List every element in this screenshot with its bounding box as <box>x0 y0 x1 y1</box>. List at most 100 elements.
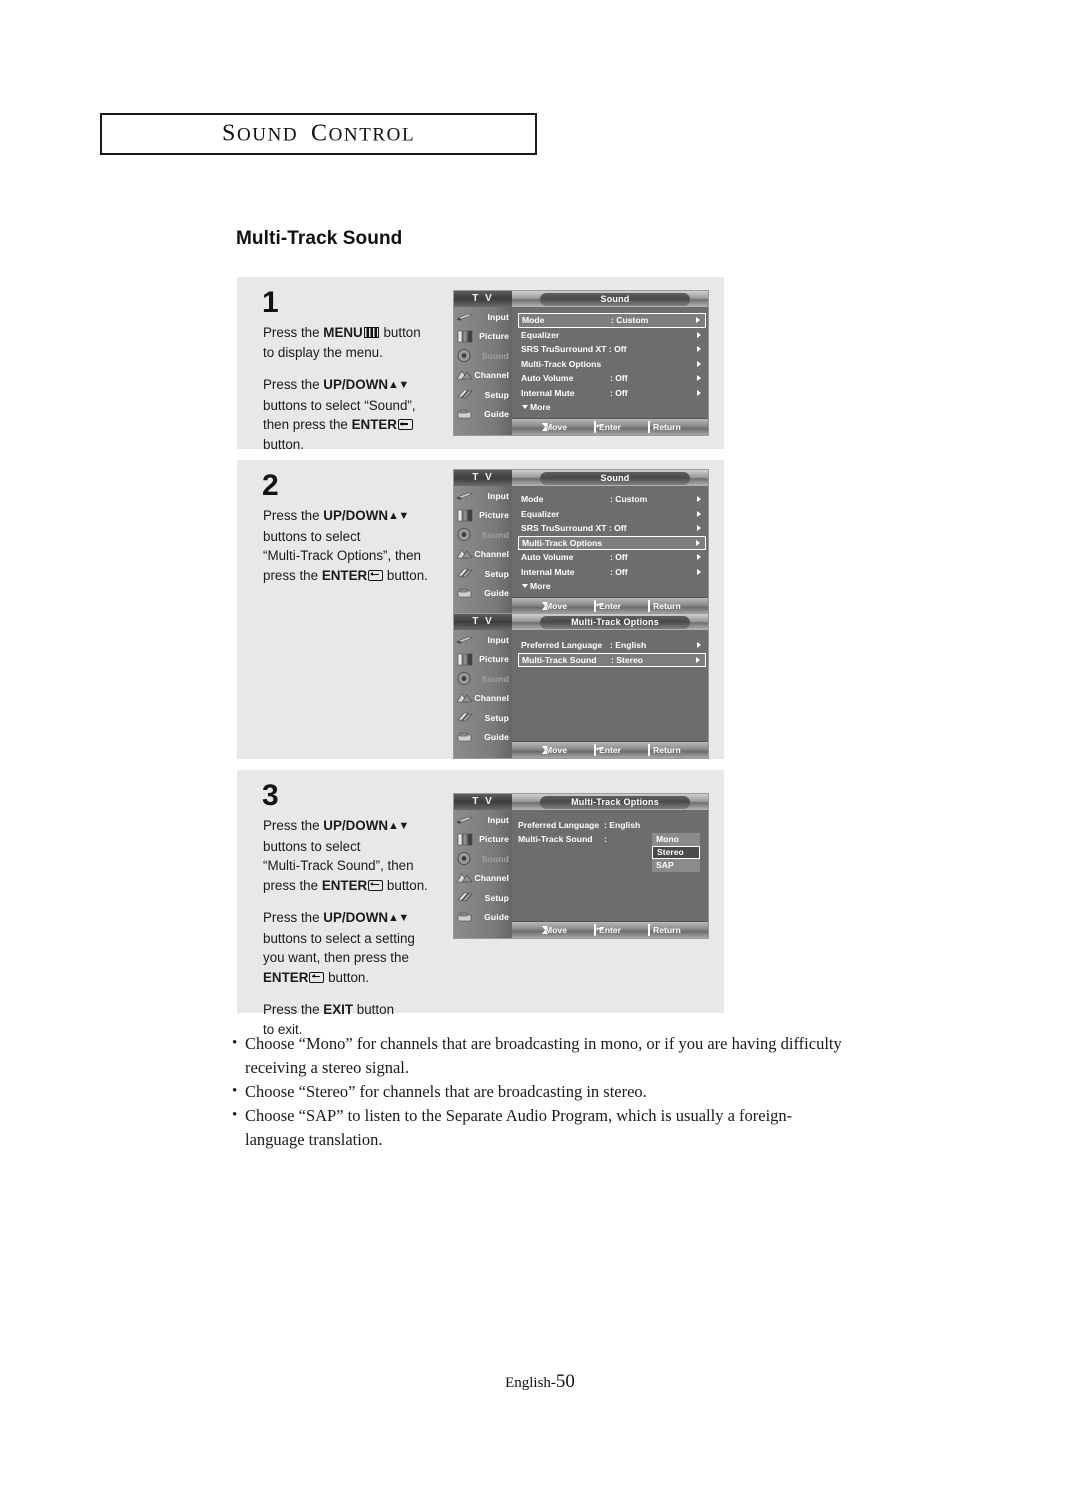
bottom-bar-enter[interactable]: Enter <box>594 922 621 938</box>
button-name-label: ENTER <box>321 877 368 893</box>
bottom-bar-enter[interactable]: Enter <box>594 598 621 614</box>
instruction-text: you want, then press the <box>263 950 409 965</box>
bottom-bar-enter[interactable]: Enter <box>594 419 621 435</box>
bottom-bar-label: Enter <box>599 601 621 611</box>
sidebar-item-sound[interactable]: Sound <box>454 525 512 545</box>
bottom-bar-move[interactable]: Move <box>542 419 567 435</box>
sidebar-item-channel[interactable]: Channel <box>454 689 512 709</box>
menu-row[interactable]: SRS TruSurround XT : Off <box>518 521 706 536</box>
sidebar-item-guide[interactable]: Guide <box>454 908 512 928</box>
menu-row[interactable]: Auto Volume: Off <box>518 550 706 565</box>
sidebar-item-picture[interactable]: Picture <box>454 650 512 670</box>
guide-icon <box>456 910 474 925</box>
chevron-right-icon <box>697 568 701 575</box>
button-name-label: UP/DOWN <box>323 818 389 833</box>
instruction-paragraph: Press the UP/DOWN▲▼ buttons to select “Mul… <box>263 816 483 895</box>
menu-row-label: Multi-Track Sound <box>518 834 593 844</box>
sidebar-item-sound[interactable]: Sound <box>454 346 512 366</box>
sidebar-item-setup[interactable]: Setup <box>454 888 512 908</box>
sidebar-item-channel[interactable]: Channel <box>454 545 512 565</box>
tv-menu-screen-sound-1: T V Sound Input Picture Sound Channel Setup Gui… <box>453 290 709 436</box>
sidebar-item-picture[interactable]: Picture <box>454 327 512 347</box>
menu-row[interactable]: Multi-Track Options <box>518 357 706 372</box>
tv-sidebar: Input Picture Sound Channel Setup Guide <box>454 810 513 938</box>
menu-row[interactable]: Equalizer <box>518 507 706 522</box>
instruction-text: button. <box>263 436 304 452</box>
bottom-bar-move[interactable]: Move <box>542 742 567 758</box>
sidebar-item-guide[interactable]: Guide <box>454 584 512 604</box>
menu-icon <box>363 327 379 338</box>
sidebar-item-picture[interactable]: Picture <box>454 830 512 850</box>
sidebar-item-setup[interactable]: Setup <box>454 385 512 405</box>
menu-row-selected[interactable]: Multi-Track Sound: Stereo <box>518 652 706 667</box>
tv-menu-screen-sound-2: T V Sound Input Picture Sound Channel Setup Gui… <box>453 469 709 615</box>
menu-icon <box>648 744 650 756</box>
sidebar-item-input[interactable]: Input <box>454 810 512 830</box>
menu-row-selected[interactable]: Mode: Custom <box>518 313 706 328</box>
menu-row[interactable]: Auto Volume: Off <box>518 371 706 386</box>
bottom-bar-enter[interactable]: Enter <box>594 742 621 758</box>
menu-row[interactable]: Multi-Track Sound: <box>518 833 607 846</box>
dropdown-option-mono[interactable]: Mono <box>652 832 700 846</box>
instruction-text: buttons to select a setting <box>263 930 415 946</box>
button-name-label: UP/DOWN <box>323 910 389 925</box>
menu-row[interactable]: Preferred Language: English <box>518 638 706 653</box>
instruction-text: buttons to select <box>263 838 361 854</box>
channel-icon <box>456 368 474 383</box>
menu-row[interactable]: Internal Mute: Off <box>518 565 706 580</box>
instruction-paragraph: Press the MENU button to display the menu… <box>263 323 478 362</box>
sidebar-item-channel[interactable]: Channel <box>454 366 512 386</box>
menu-row[interactable]: Preferred Language: English <box>518 818 640 831</box>
sidebar-item-setup[interactable]: Setup <box>454 564 512 584</box>
sidebar-item-sound[interactable]: Sound <box>454 849 512 869</box>
tv-title-bar: T V Multi-Track Options <box>454 794 708 811</box>
dropdown-option-stereo[interactable]: Stereo <box>652 845 700 859</box>
bottom-bar-move[interactable]: Move <box>542 922 567 938</box>
sidebar-item-label: Picture <box>479 834 509 845</box>
guide-icon <box>456 730 474 745</box>
section-heading: Multi-Track Sound <box>236 228 403 249</box>
sidebar-item-label: Setup <box>484 389 509 400</box>
menu-row-label: Preferred Language <box>518 819 600 830</box>
menu-row-selected[interactable]: Multi-Track Options <box>518 535 706 550</box>
sidebar-item-guide[interactable]: Guide <box>454 405 512 425</box>
bottom-bar-label: Move <box>545 422 567 432</box>
menu-row[interactable]: Mode: Custom <box>518 492 706 507</box>
sidebar-item-guide[interactable]: Guide <box>454 728 512 748</box>
bottom-bar-move[interactable]: Move <box>542 598 567 614</box>
bottom-bar-label: Return <box>653 422 681 432</box>
sidebar-item-picture[interactable]: Picture <box>454 506 512 526</box>
chapter-header-box: SOUND CONTROL <box>100 113 537 155</box>
sidebar-item-channel[interactable]: Channel <box>454 869 512 889</box>
instruction-text: “Multi-Track Options”, then <box>263 548 422 563</box>
sidebar-item-input[interactable]: Input <box>454 486 512 506</box>
bottom-bar-return[interactable]: Return <box>648 419 681 435</box>
menu-row-label: Multi-Track Options <box>521 358 602 369</box>
menu-row[interactable]: SRS TruSurround XT : Off <box>518 342 706 357</box>
sidebar-item-input[interactable]: Input <box>454 630 512 650</box>
dropdown-option-sap[interactable]: SAP <box>652 858 700 872</box>
menu-more-indicator[interactable]: More <box>522 402 551 412</box>
instruction-text: button. <box>383 567 428 583</box>
menu-more-indicator[interactable]: More <box>522 581 551 591</box>
input-icon <box>456 309 474 324</box>
chevron-right-icon <box>697 389 701 396</box>
sidebar-item-input[interactable]: Input <box>454 307 512 327</box>
menu-row[interactable]: Internal Mute: Off <box>518 386 706 401</box>
instruction-text: “Multi-Track Sound”, then <box>263 858 414 873</box>
bottom-bar-return[interactable]: Return <box>648 922 681 938</box>
tv-title-bar: T V Sound <box>454 470 708 487</box>
input-icon <box>456 812 474 827</box>
sidebar-item-sound[interactable]: Sound <box>454 669 512 689</box>
multi-track-sound-dropdown[interactable]: Mono Stereo SAP <box>652 832 700 872</box>
button-name-label: MENU <box>323 325 363 340</box>
sidebar-item-setup[interactable]: Setup <box>454 708 512 728</box>
menu-row[interactable]: Equalizer <box>518 328 706 343</box>
bottom-bar-return[interactable]: Return <box>648 742 681 758</box>
tv-sidebar: Input Picture Sound Channel Setup Guide <box>454 486 513 614</box>
enter-icon <box>594 744 596 756</box>
bottom-bar-label: Move <box>545 925 567 935</box>
menu-row-label: Multi-Track Sound <box>522 654 597 665</box>
bottom-bar-return[interactable]: Return <box>648 598 681 614</box>
button-name-label: ENTER <box>351 417 397 432</box>
